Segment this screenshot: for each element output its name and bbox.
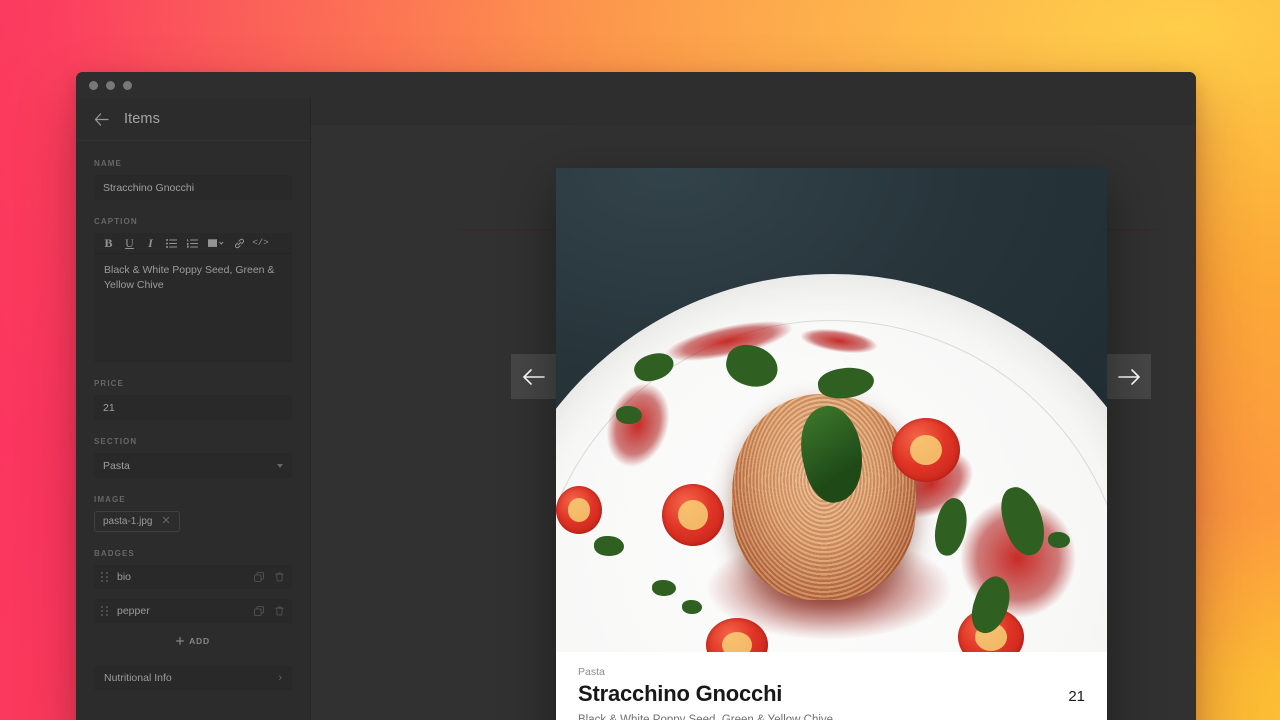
card-title-row: Stracchino Gnocchi 21 — [578, 681, 1085, 707]
tomato-half — [662, 484, 724, 546]
lightbox-overlay[interactable]: Pasta Stracchino Gnocchi 21 Black & Whit… — [76, 72, 1196, 720]
herb-flake — [616, 406, 642, 424]
app-window: Items NAME Stracchino Gnocchi CAPTION B … — [76, 72, 1196, 720]
herb-flake — [1048, 532, 1070, 548]
tomato-half — [892, 418, 960, 482]
herb-flake — [594, 536, 624, 556]
tomato-half — [556, 486, 602, 534]
card-item-price: 21 — [1068, 688, 1085, 705]
next-item-button[interactable] — [1106, 354, 1151, 399]
item-preview-card: Pasta Stracchino Gnocchi 21 Black & Whit… — [556, 168, 1107, 720]
card-item-caption: Black & White Poppy Seed, Green & Yellow… — [578, 714, 834, 720]
arrow-left-icon — [522, 368, 545, 385]
arrow-right-icon — [1117, 368, 1140, 385]
prev-item-button[interactable] — [511, 354, 556, 399]
herb-flake — [682, 600, 702, 614]
item-photo — [556, 168, 1107, 652]
herb-flake — [652, 580, 676, 596]
card-body: Pasta Stracchino Gnocchi 21 Black & Whit… — [556, 652, 1107, 720]
card-item-title: Stracchino Gnocchi — [578, 681, 783, 706]
card-section-label: Pasta — [578, 666, 605, 678]
